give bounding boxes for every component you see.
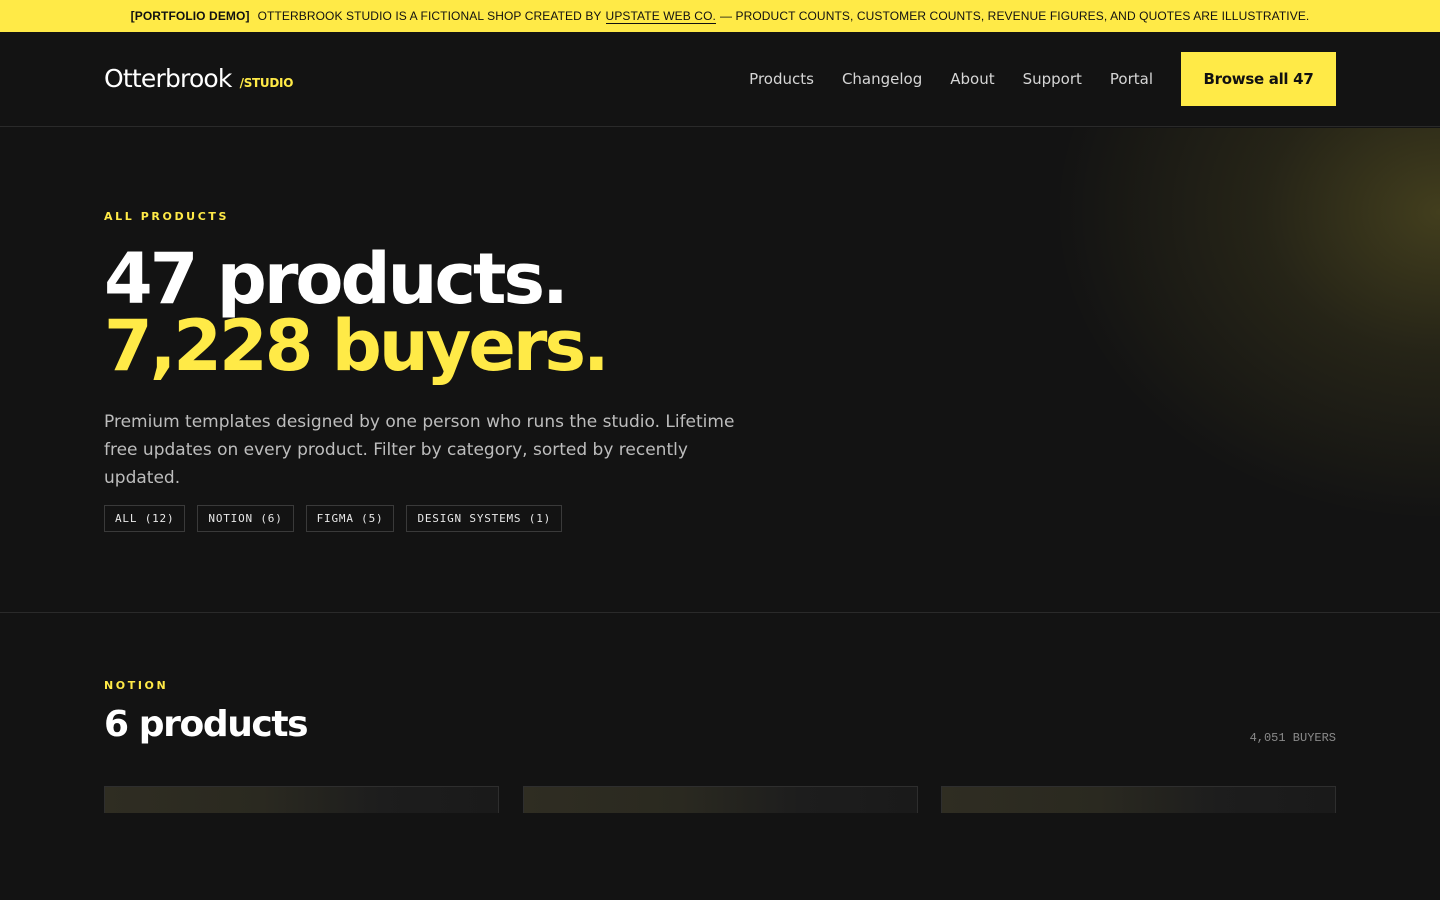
banner-prefix: [PORTFOLIO DEMO] [130,9,250,23]
hero-glow [1020,128,1440,548]
logo[interactable]: Otterbrook /STUDIO [104,64,293,93]
filter-all[interactable]: ALL (12) [104,505,186,532]
logo-tag: /STUDIO [239,76,294,90]
filter-figma[interactable]: FIGMA (5) [305,505,395,532]
main-nav: Products Changelog About Support Portal … [749,52,1336,106]
nav-support[interactable]: Support [1023,70,1082,88]
site-header: Otterbrook /STUDIO Products Changelog Ab… [0,32,1440,127]
banner-text-after: — PRODUCT COUNTS, CUSTOMER COUNTS, REVEN… [719,9,1310,23]
hero-title: 47 products. 7,228 buyers. [104,238,610,387]
section-title: 6 products [104,704,309,745]
section-eyebrow: NOTION [104,679,169,692]
hero-title-line1: 47 products. [104,238,569,320]
hero-lead: Premium templates designed by one person… [104,412,735,488]
filter-notion[interactable]: NOTION (6) [197,505,294,532]
banner-text-before: OTTERBROOK STUDIO IS A FICTIONAL SHOP CR… [257,9,602,23]
hero-eyebrow: ALL PRODUCTS [104,210,230,223]
page-bottom [0,813,1440,900]
category-filters: ALL (12) NOTION (6) FIGMA (5) DESIGN SYS… [104,505,574,532]
nav-changelog[interactable]: Changelog [842,70,922,88]
nav-portal[interactable]: Portal [1110,70,1153,88]
nav-products[interactable]: Products [749,70,814,88]
product-card[interactable] [104,786,499,813]
demo-banner: [PORTFOLIO DEMO] OTTERBROOK STUDIO IS A … [0,0,1440,32]
nav-about[interactable]: About [950,70,994,88]
banner-link[interactable]: UPSTATE WEB CO. [605,9,716,24]
browse-all-button[interactable]: Browse all 47 [1181,52,1336,106]
logo-name: Otterbrook [104,64,232,93]
product-card[interactable] [522,786,918,813]
product-card[interactable] [941,786,1336,813]
filter-design-systems[interactable]: DESIGN SYSTEMS (1) [406,505,563,532]
hero-title-line2: 7,228 buyers. [104,305,610,387]
section-buyer-count: 4,051 BUYERS [1249,731,1336,745]
product-cards [104,786,1336,813]
